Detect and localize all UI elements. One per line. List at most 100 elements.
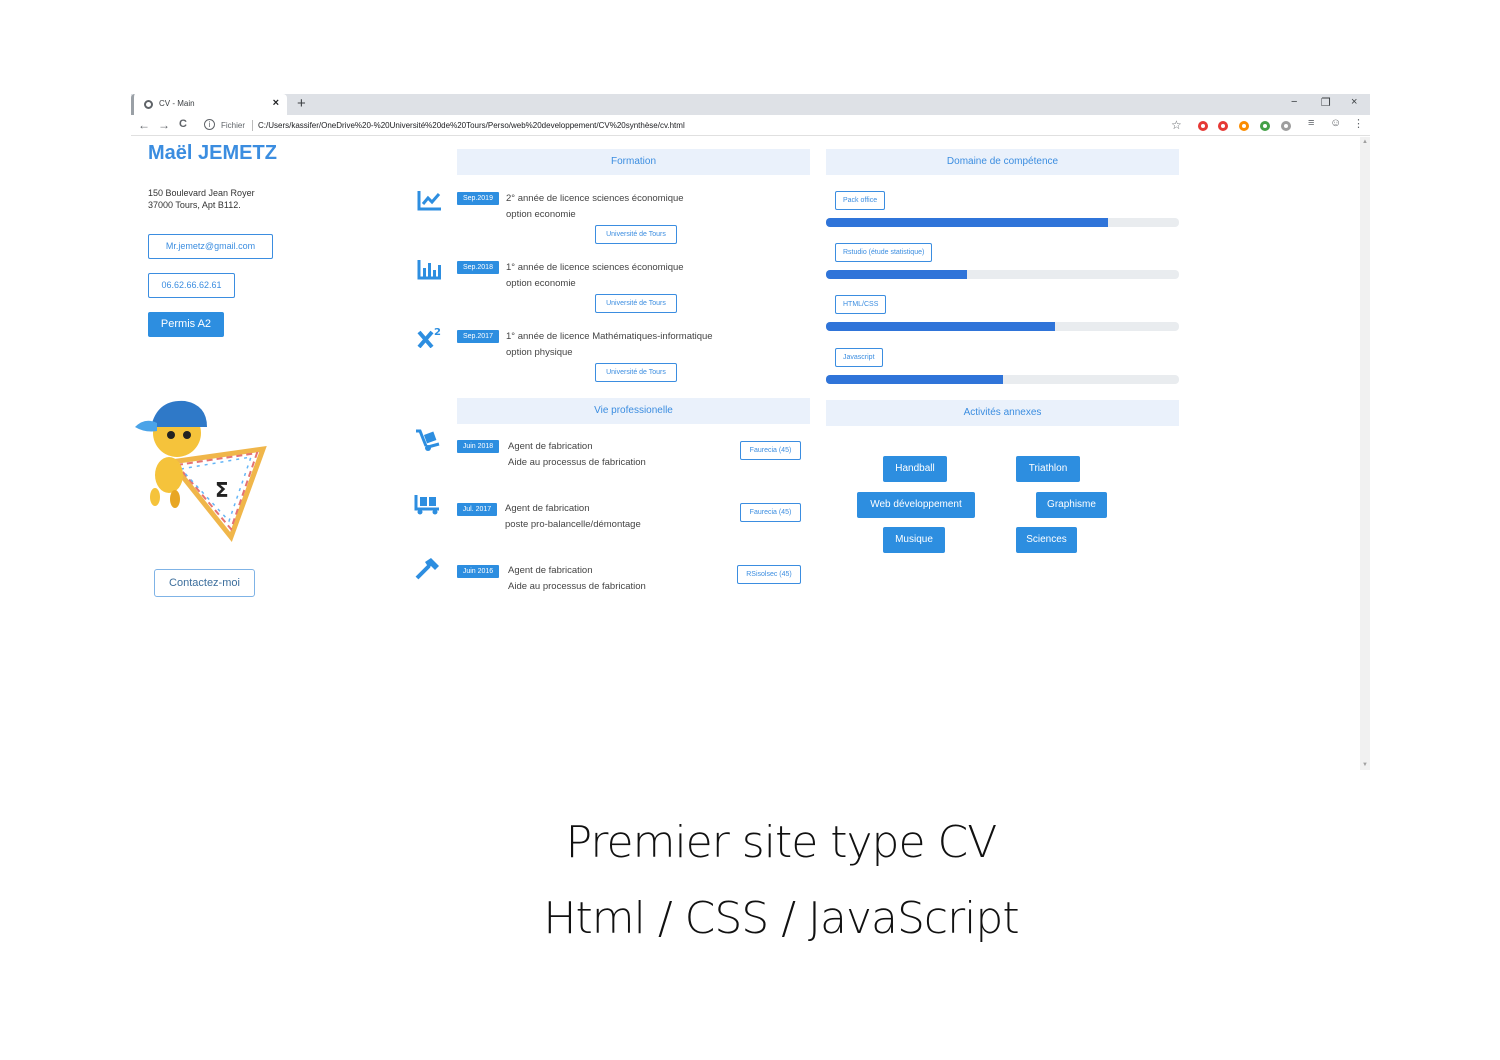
skill-progress-track	[826, 322, 1179, 331]
skill-progress-fill	[826, 322, 1056, 331]
skill-label[interactable]: Pack office	[835, 191, 886, 210]
dolly-icon	[416, 429, 440, 451]
chart-line-icon	[417, 191, 441, 211]
menu-kebab-icon[interactable]: ⋮	[1353, 117, 1364, 130]
phone-button[interactable]: 06.62.66.62.61	[148, 273, 235, 298]
activity-button[interactable]: Triathlon	[1016, 456, 1080, 482]
permis-button[interactable]: Permis A2	[148, 312, 224, 337]
company-button[interactable]: RSisolsec (45)	[737, 565, 801, 584]
caption-line1: Premier site type CV	[565, 817, 998, 868]
scroll-down-icon[interactable]: ▼	[1362, 762, 1368, 768]
formation-line1: 1° année de licence Mathématiques-inform…	[506, 331, 713, 342]
sigma-symbol: Σ	[215, 478, 229, 502]
address-bar[interactable]: C:/Users/kassifer/OneDrive%20-%20Univers…	[258, 121, 685, 130]
pro-line1: Agent de fabrication	[505, 503, 590, 514]
pro-line1: Agent de fabrication	[508, 565, 593, 576]
globe-icon	[144, 100, 153, 109]
mascot-svg: Σ	[135, 400, 267, 543]
formation-line1: 2° année de licence sciences économique	[506, 193, 684, 204]
bookmark-star-icon[interactable]: ☆	[1171, 118, 1182, 132]
formation-line2: option physique	[506, 347, 573, 358]
address-line1: 150 Boulevard Jean Royer	[148, 188, 255, 198]
company-button[interactable]: Faurecia (45)	[740, 503, 801, 522]
extension-gray-icon[interactable]	[1281, 121, 1291, 131]
formation-line1: 1° année de licence sciences économique	[506, 262, 684, 273]
skill-progress-track	[826, 375, 1179, 384]
tab-title: CV - Main	[159, 99, 195, 108]
pro-line1: Agent de fabrication	[508, 441, 593, 452]
date-badge: Jul. 2017	[457, 503, 497, 516]
skill-progress-fill	[826, 218, 1109, 227]
company-button[interactable]: Faurecia (45)	[740, 441, 801, 460]
url-separator	[252, 120, 253, 131]
activity-button[interactable]: Musique	[883, 527, 945, 553]
reading-list-icon[interactable]: ≡	[1308, 117, 1314, 129]
window-close-icon[interactable]: ×	[1351, 96, 1357, 108]
browser-window: CV - Main × + − ❐ × ← → C i Fichier C:/U…	[131, 94, 1370, 770]
activities-header: Activités annexes	[826, 400, 1179, 426]
reload-icon[interactable]: C	[179, 118, 187, 130]
mascot-cap-brim	[135, 420, 157, 432]
mascot-illustration: Σ	[131, 387, 271, 547]
skills-header: Domaine de compétence	[826, 149, 1179, 175]
minimize-icon[interactable]: −	[1291, 96, 1297, 108]
hammer-icon	[415, 558, 439, 580]
tab-bar: CV - Main × + − ❐ ×	[131, 94, 1370, 115]
skill-progress-track	[826, 270, 1179, 279]
mascot-eye-right	[183, 431, 191, 439]
forward-icon[interactable]: →	[158, 118, 170, 132]
activity-button[interactable]: Sciences	[1016, 527, 1077, 553]
school-button[interactable]: Université de Tours	[595, 363, 677, 382]
skill-label[interactable]: Javascript	[835, 348, 883, 367]
restore-icon[interactable]: ❐	[1321, 96, 1331, 109]
extension-adblock-icon[interactable]	[1198, 121, 1208, 131]
chart-bar-icon	[417, 260, 441, 280]
vertical-scrollbar[interactable]: ▲ ▼	[1360, 137, 1370, 770]
mascot-leg	[150, 488, 160, 506]
formation-line2: option economie	[506, 209, 576, 220]
info-icon[interactable]: i	[204, 119, 215, 130]
email-button[interactable]: Mr.jemetz@gmail.com	[148, 234, 273, 259]
skill-label[interactable]: Rstudio (étude statistique)	[835, 243, 933, 262]
school-button[interactable]: Université de Tours	[595, 294, 677, 313]
formation-line2: option economie	[506, 278, 576, 289]
skill-label[interactable]: HTML/CSS	[835, 295, 887, 314]
school-button[interactable]: Université de Tours	[595, 225, 677, 244]
date-badge: Juin 2018	[457, 440, 499, 453]
address-line2: 37000 Tours, Apt B112.	[148, 200, 241, 210]
activity-button[interactable]: Web développement	[857, 492, 975, 518]
mascot-cap	[151, 400, 207, 427]
activity-button[interactable]: Handball	[883, 456, 947, 482]
page-viewport: Maël JEMETZ 150 Boulevard Jean Royer 370…	[131, 137, 1360, 770]
formation-header: Formation	[457, 149, 810, 175]
pro-line2: poste pro-balancelle/démontage	[505, 519, 641, 530]
pro-line2: Aide au processus de fabrication	[508, 581, 646, 592]
contact-button[interactable]: Contactez-moi	[154, 569, 255, 597]
scroll-up-icon[interactable]: ▲	[1362, 139, 1368, 145]
extension-orange-icon[interactable]	[1239, 121, 1249, 131]
mascot-body	[155, 457, 183, 493]
date-badge: Sep.2018	[457, 261, 499, 274]
svg-text:2: 2	[434, 327, 441, 338]
mascot-eye-left	[167, 431, 175, 439]
skill-progress-fill	[826, 375, 1003, 384]
profile-avatar-icon[interactable]: ☺	[1330, 117, 1341, 129]
activity-button[interactable]: Graphisme	[1036, 492, 1107, 518]
extension-opera-icon[interactable]	[1218, 121, 1228, 131]
caption-line2: Html / CSS / JavaScript	[543, 893, 1019, 944]
tab-close-icon[interactable]: ×	[273, 97, 279, 109]
pro-line2: Aide au processus de fabrication	[508, 457, 646, 468]
page-title: Maël JEMETZ	[148, 142, 277, 164]
new-tab-button[interactable]: +	[297, 95, 306, 112]
superscript-icon: 2	[417, 327, 441, 348]
tab-cv-main[interactable]: CV - Main ×	[131, 94, 287, 115]
date-badge: Juin 2016	[457, 565, 499, 578]
extension-green-icon[interactable]	[1260, 121, 1270, 131]
pro-header: Vie professionelle	[457, 398, 810, 424]
back-icon[interactable]: ←	[138, 118, 150, 132]
date-badge: Sep.2017	[457, 330, 499, 343]
browser-toolbar: ← → C i Fichier C:/Users/kassifer/OneDri…	[131, 115, 1370, 136]
skill-progress-fill	[826, 270, 968, 279]
url-scheme: Fichier	[221, 121, 246, 130]
mascot-leg-2	[170, 490, 180, 508]
